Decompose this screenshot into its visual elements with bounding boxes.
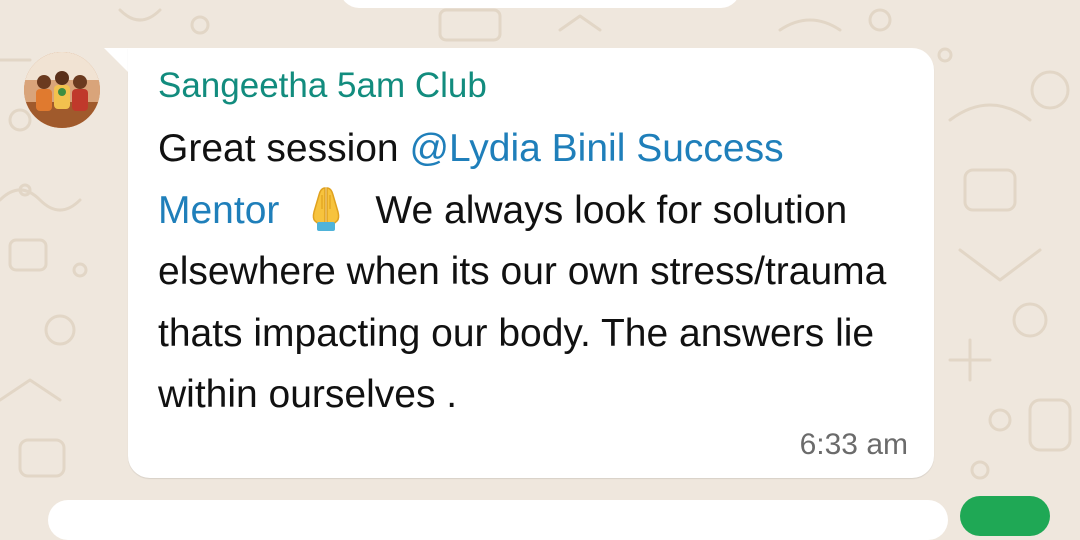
- previous-message-bubble[interactable]: [340, 0, 740, 8]
- sender-avatar[interactable]: [24, 52, 100, 128]
- group-photo-avatar-icon: [24, 52, 100, 128]
- next-message-bubble[interactable]: [48, 500, 948, 540]
- message-timestamp: 6:33 am: [799, 428, 908, 461]
- message-text: Great session @Lydia Binil Success Mento…: [158, 118, 898, 426]
- sender-name[interactable]: Sangeetha 5am Club: [158, 66, 487, 106]
- scroll-button[interactable]: [960, 496, 1050, 536]
- message-text-start: Great session: [158, 127, 410, 170]
- message-bubble[interactable]: Sangeetha 5am Club Great session @Lydia …: [128, 48, 934, 478]
- bubble-tail: [104, 48, 130, 74]
- folded-hands-emoji-icon: [301, 182, 351, 232]
